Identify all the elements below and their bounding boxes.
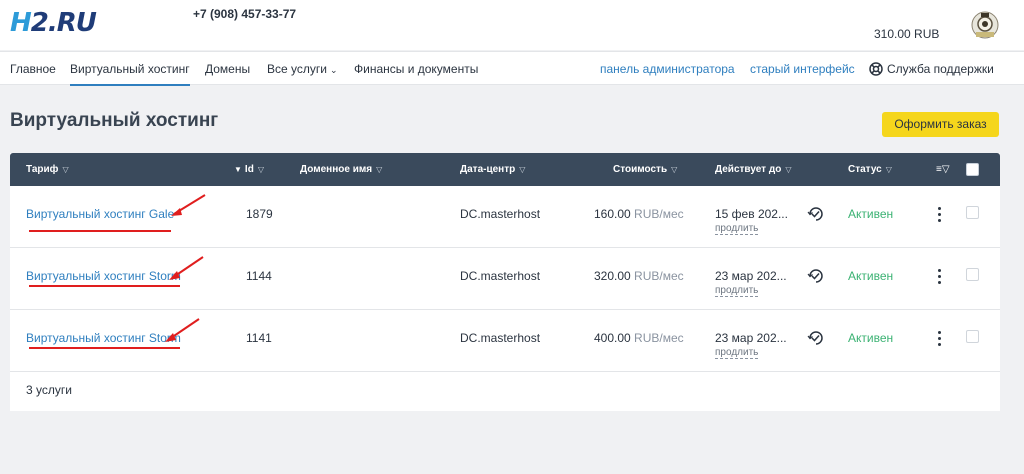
logo-text: H2.RU	[10, 8, 97, 38]
prolong-link[interactable]: продлить	[715, 347, 759, 359]
col-status[interactable]: Статус ▽	[848, 164, 892, 175]
table-header: Тариф ▽ ▼ Id ▽ Доменное имя ▽ Дата-центр ▽ Ст…	[10, 153, 1000, 186]
support-phone: +7 (908) 457-33-77	[193, 7, 297, 21]
valid-until: 15 фев 202...	[715, 207, 788, 221]
more-actions-icon[interactable]	[938, 207, 942, 225]
nav-item-finance[interactable]: Финансы и документы	[354, 62, 478, 76]
link-admin-panel[interactable]: панель администратора	[600, 62, 735, 76]
datacenter: DC.masterhost	[460, 331, 541, 345]
user-avatar-icon[interactable]	[970, 10, 1000, 40]
cost-unit: RUB/мес	[634, 331, 684, 345]
service-cost: 400.00 RUB/мес	[594, 331, 684, 345]
prolong-link[interactable]: продлить	[715, 285, 759, 297]
annotation-arrow-icon	[165, 318, 200, 342]
link-old-interface[interactable]: старый интерфейс	[750, 62, 855, 76]
select-all-checkbox[interactable]	[966, 163, 979, 176]
annotation-underline	[29, 230, 171, 232]
tariff-link[interactable]: Виртуальный хостинг Storm	[26, 331, 181, 345]
table-row: Виртуальный хостинг Storm 1141 DC.master…	[10, 310, 1000, 372]
prolong-link[interactable]: продлить	[715, 223, 759, 235]
more-actions-icon[interactable]	[938, 331, 942, 349]
nav-item-domains[interactable]: Домены	[205, 62, 250, 76]
services-table: Тариф ▽ ▼ Id ▽ Доменное имя ▽ Дата-центр ▽ Ст…	[10, 153, 1000, 411]
valid-until: 23 мар 202...	[715, 331, 787, 345]
main-nav: Главное Виртуальный хостинг Домены Все у…	[0, 51, 1024, 86]
annotation-underline	[29, 347, 180, 349]
col-valid-until[interactable]: Действует до ▽	[715, 164, 791, 175]
top-header: H2.RU +7 (908) 457-33-77 310.00 RUB	[0, 0, 1024, 50]
filter-icon[interactable]: ▽	[376, 165, 382, 174]
nav-item-virtual-hosting[interactable]: Виртуальный хостинг	[70, 62, 190, 86]
row-checkbox[interactable]	[966, 206, 979, 219]
auto-renew-icon[interactable]	[807, 329, 825, 347]
service-id: 1144	[246, 269, 272, 283]
table-row: Виртуальный хостинг Gale 1879 DC.masterh…	[10, 186, 1000, 248]
col-tariff-label: Тариф	[26, 164, 59, 175]
col-cost-label: Стоимость	[613, 164, 668, 175]
col-valid-until-label: Действует до	[715, 164, 782, 175]
filter-icon[interactable]: ▽	[886, 165, 892, 174]
page-title: Виртуальный хостинг	[10, 110, 219, 131]
cost-value: 160.00	[594, 207, 631, 221]
filter-icon[interactable]: ▽	[62, 165, 68, 174]
col-datacenter-label: Дата-центр	[460, 164, 516, 175]
status-badge: Активен	[848, 269, 894, 283]
status-badge: Активен	[848, 207, 894, 221]
service-id: 1141	[246, 331, 272, 345]
col-datacenter[interactable]: Дата-центр ▽	[460, 164, 525, 175]
nav-item-all-services-label: Все услуги	[267, 62, 327, 76]
table-row: Виртуальный хостинг Storm 1144 DC.master…	[10, 248, 1000, 310]
annotation-arrow-icon	[171, 194, 206, 216]
cost-unit: RUB/мес	[634, 207, 684, 221]
col-tariff[interactable]: Тариф ▽	[26, 164, 69, 175]
services-count: 3 услуги	[26, 383, 72, 397]
nav-item-all-services[interactable]: Все услуги ⌄	[267, 62, 338, 76]
auto-renew-icon[interactable]	[807, 205, 825, 223]
filter-icon[interactable]: ▽	[785, 165, 791, 174]
col-domain-label: Доменное имя	[300, 164, 373, 175]
service-cost: 320.00 RUB/мес	[594, 269, 684, 283]
link-support-label: Служба поддержки	[887, 62, 994, 76]
more-actions-icon[interactable]	[938, 269, 942, 287]
service-cost: 160.00 RUB/мес	[594, 207, 684, 221]
nav-item-main[interactable]: Главное	[10, 62, 56, 76]
cost-unit: RUB/мес	[634, 269, 684, 283]
col-domain[interactable]: Доменное имя ▽	[300, 164, 382, 175]
cost-value: 400.00	[594, 331, 631, 345]
annotation-arrow-icon	[169, 256, 204, 280]
col-id-label: Id	[244, 164, 254, 175]
lifebuoy-icon	[869, 62, 883, 76]
column-settings-icon[interactable]: ≡▽	[936, 164, 950, 175]
sort-desc-icon: ▼	[234, 165, 242, 174]
datacenter: DC.masterhost	[460, 207, 541, 221]
tariff-link[interactable]: Виртуальный хостинг Storm	[26, 269, 181, 283]
cost-value: 320.00	[594, 269, 631, 283]
annotation-underline	[29, 285, 180, 287]
service-id: 1879	[246, 207, 273, 221]
tariff-link[interactable]: Виртуальный хостинг Gale	[26, 207, 174, 221]
site-logo[interactable]: H2.RU	[10, 6, 97, 40]
chevron-down-icon: ⌄	[329, 65, 338, 75]
order-button[interactable]: Оформить заказ	[882, 112, 999, 137]
filter-icon[interactable]: ▽	[258, 165, 264, 174]
valid-until: 23 мар 202...	[715, 269, 787, 283]
status-badge: Активен	[848, 331, 894, 345]
row-checkbox[interactable]	[966, 268, 979, 281]
filter-icon[interactable]: ▽	[519, 165, 525, 174]
col-cost[interactable]: Стоимость ▽	[613, 164, 677, 175]
col-status-label: Статус	[848, 164, 882, 175]
account-balance[interactable]: 310.00 RUB	[874, 27, 939, 41]
auto-renew-icon[interactable]	[807, 267, 825, 285]
link-support[interactable]: Служба поддержки	[869, 62, 994, 76]
col-id[interactable]: ▼ Id ▽	[234, 164, 264, 175]
datacenter: DC.masterhost	[460, 269, 541, 283]
row-checkbox[interactable]	[966, 330, 979, 343]
filter-icon[interactable]: ▽	[671, 165, 677, 174]
